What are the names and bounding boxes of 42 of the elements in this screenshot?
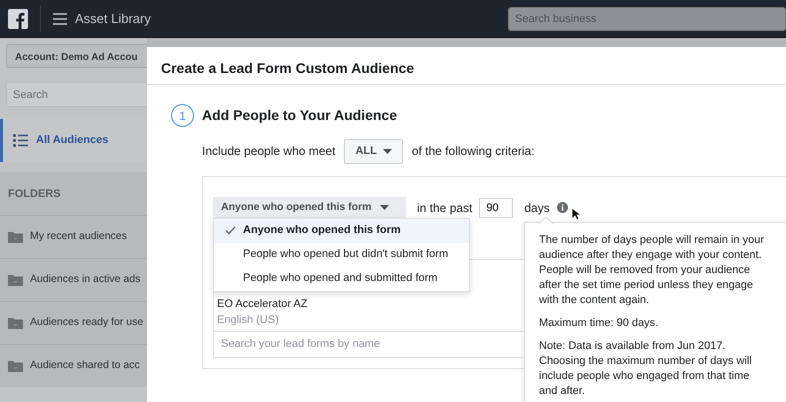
folder-icon xyxy=(8,360,23,372)
app-title: Asset Library xyxy=(75,10,151,28)
days-field[interactable]: 90 xyxy=(479,198,514,218)
nav-label: All Audiences xyxy=(36,133,108,148)
caret-icon xyxy=(382,148,392,154)
folder-item[interactable]: Audiences ready for use xyxy=(0,300,147,344)
menu-item[interactable]: Anyone who opened this form xyxy=(214,218,469,242)
list-icon xyxy=(13,134,28,147)
tooltip-text: The number of days people will remain in your audience after they engage with your content. People will be removed from your audience after the set time period unless they engage with the content again. xyxy=(539,232,765,308)
account-selector[interactable]: Account: Demo Ad Accou xyxy=(6,44,147,68)
search-field[interactable]: Search business xyxy=(508,6,786,30)
menu-icon[interactable] xyxy=(53,12,67,24)
step-number: 1 xyxy=(171,104,194,127)
folder-icon xyxy=(8,274,23,286)
folder-icon xyxy=(8,316,23,328)
section-heading: FOLDERS xyxy=(0,172,147,214)
facebook-logo-icon[interactable] xyxy=(8,8,28,28)
folder-icon xyxy=(8,230,23,242)
period-label: in the past xyxy=(417,200,472,216)
unit-label: days xyxy=(524,200,550,216)
form-name: EO Accelerator AZ xyxy=(216,296,308,312)
folder-item[interactable]: My recent audiences xyxy=(0,214,147,258)
info-icon[interactable] xyxy=(556,202,568,213)
folder-item[interactable]: Audience shared to acc xyxy=(0,344,147,386)
dialog-title: Create a Lead Form Custom Audience xyxy=(147,47,786,85)
menu-item[interactable]: People who opened and submitted form xyxy=(214,266,469,290)
match-dropdown[interactable]: ALL xyxy=(344,139,403,164)
form-language: English (US) xyxy=(216,313,279,328)
step-title: Add People to Your Audience xyxy=(202,106,397,125)
search-field[interactable]: Search xyxy=(6,82,147,107)
rule-dropdown[interactable]: Anyone who opened this form xyxy=(213,196,406,218)
folder-label: Audiences in active ads xyxy=(30,272,140,287)
menu-item[interactable]: People who opened but didn't submit form xyxy=(214,242,469,266)
folder-label: My recent audiences xyxy=(30,228,127,244)
folder-label: Audiences ready for use xyxy=(30,314,144,330)
check-icon xyxy=(225,226,236,234)
criteria-label: of the following criteria: xyxy=(412,143,535,160)
tooltip-text: Maximum time: 90 days. xyxy=(539,316,660,330)
caret-icon xyxy=(380,205,389,210)
criteria-label: Include people who meet xyxy=(202,143,336,160)
folder-label: Audience shared to acc xyxy=(30,358,140,373)
folder-item[interactable]: Audiences in active ads xyxy=(0,258,147,300)
